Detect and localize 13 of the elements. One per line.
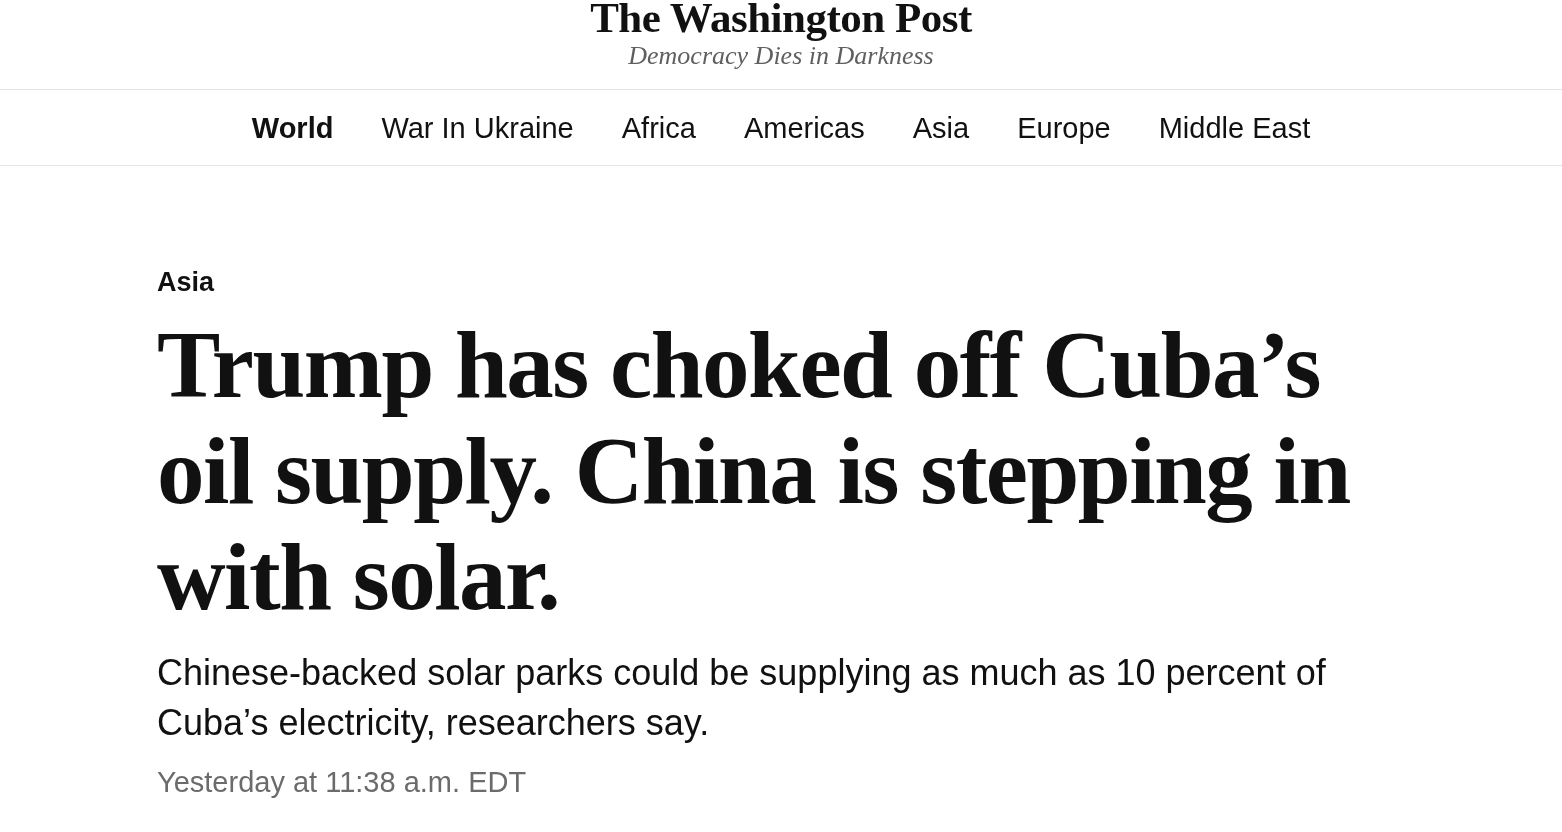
headline: Trump has choked off Cuba’s oil supply. China is stepping in with solar. — [157, 312, 1351, 630]
nav-link[interactable]: Middle East — [1158, 110, 1311, 145]
timestamp: Yesterday at 11:38 a.m. EDT — [157, 765, 528, 799]
nav-link[interactable]: World — [251, 110, 334, 145]
nav-link[interactable]: Asia — [912, 110, 970, 145]
nav-link[interactable]: War In Ukraine — [381, 110, 574, 145]
tagline: Democracy Dies in Darkness — [628, 42, 934, 70]
logo[interactable]: The Washington Post — [590, 0, 972, 40]
nav-link[interactable]: Africa — [621, 110, 696, 145]
nav-link[interactable]: Europe — [1017, 110, 1111, 145]
nav-link[interactable]: Americas — [743, 110, 865, 145]
subheadline: Chinese-backed solar parks could be supplying as much as 10 percent of Cuba’s electricity, researchers say. — [157, 651, 1327, 745]
section-link[interactable]: Asia — [157, 266, 215, 298]
